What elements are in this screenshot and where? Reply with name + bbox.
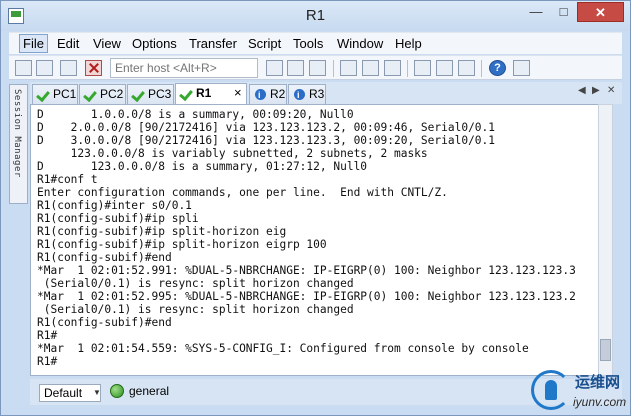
menu-options[interactable]: Options [129,36,180,51]
terminal-line: R1(config)#inter s0/0.1 [37,199,192,212]
tab-label: R3 [309,87,325,101]
terminal-line: R1# [37,329,58,342]
terminal-line: D 123.0.0.0/8 is a summary, 01:27:12, Nu… [37,160,368,173]
tab-pc1[interactable]: PC1 [32,84,78,104]
menu-transfer[interactable]: Transfer [186,36,240,51]
menu-help[interactable]: Help [392,36,425,51]
button-bar-select[interactable]: Default ▼ [39,384,101,402]
tab-label: PC3 [148,87,172,101]
menu-script[interactable]: Script [245,36,284,51]
app-window: R1 — □ ✕ File Edit View Options Transfer… [0,0,631,416]
reconnect-icon[interactable] [60,60,77,76]
connected-check-icon [37,88,50,100]
terminal-line: D 3.0.0.0/8 [90/2172416] via 123.123.123… [37,134,496,147]
copy-icon[interactable] [266,60,283,76]
paste-icon[interactable] [287,60,304,76]
watermark-url: iyunv.com [573,395,627,409]
toolbar: ? [9,55,622,80]
terminal-line: *Mar 1 02:01:52.991: %DUAL-5-NBRCHANGE: … [37,264,576,277]
minimize-button[interactable]: — [522,2,550,22]
printer-icon[interactable] [384,60,401,76]
tab-scroll-left-icon[interactable]: ◀ [578,85,586,96]
menu-window[interactable]: Window [334,36,386,51]
terminal-line: (Serial0/0.1) is resync: split horizon c… [37,303,354,316]
find-icon[interactable] [309,60,326,76]
terminal-line: R1(config-subif)#ip spli [37,212,199,225]
title-bar[interactable]: R1 — □ ✕ [1,1,630,31]
quick-connect-icon[interactable] [36,60,53,76]
settings-gear-icon[interactable] [436,60,453,76]
toolbar-separator [407,60,408,77]
terminal-line: R1(config-subif)#end [37,316,172,329]
terminal-output[interactable]: D 1.0.0.0/8 is a summary, 00:09:20, Null… [30,104,613,376]
terminal-line: D 1.0.0.0/8 is a summary, 00:09:20, Null… [37,108,354,121]
terminal-line: R1#conf t [37,173,98,186]
dropdown-arrow-icon: ▼ [93,388,101,397]
button-bar-select-value: Default [44,386,83,400]
tab-pc3[interactable]: PC3 [127,84,174,104]
terminal-line: *Mar 1 02:01:52.995: %DUAL-5-NBRCHANGE: … [37,290,576,303]
menu-edit[interactable]: Edit [54,36,82,51]
session-tab-bar: PC1 PC2 PC3 R1 × R2 R3 ◀ ▶ ✕ [30,82,622,105]
menu-bar: File Edit View Options Transfer Script T… [9,32,622,54]
toolbar-separator [333,60,334,77]
info-icon [255,86,266,104]
tab-close-all-icon[interactable]: ✕ [607,85,615,96]
watermark-chinese-text: 运维网 [575,373,621,391]
tab-label: R1 [196,86,212,100]
close-button[interactable]: ✕ [577,2,624,22]
connected-check-icon [132,88,145,100]
connect-icon[interactable] [15,60,32,76]
sftp-icon[interactable] [458,60,475,76]
disconnect-icon[interactable] [85,60,102,76]
terminal-line: R1# [37,355,58,368]
tab-label: PC1 [53,87,77,101]
tab-r2[interactable]: R2 [249,84,287,104]
terminal-line: R1(config-subif)#end [37,251,172,264]
terminal-line: R1(config-subif)#ip split-horizon eig [37,225,287,238]
tab-label: R2 [270,87,286,101]
terminal-line: 123.0.0.0/8 is variably subnetted, 2 sub… [37,147,428,160]
tab-label: PC2 [100,87,124,101]
button-bar-profile[interactable]: general [129,384,169,398]
info-icon [294,86,305,104]
tab-scroll-right-icon[interactable]: ▶ [592,85,600,96]
status-green-icon [110,384,124,398]
menu-tools[interactable]: Tools [290,36,326,51]
watermark-logo: 运维网 iyunv.com [529,366,629,416]
menu-file[interactable]: File [19,34,48,53]
host-input[interactable] [110,58,258,78]
terminal-scrollbar[interactable] [598,104,613,376]
scrollbar-thumb[interactable] [600,339,611,361]
terminal-line: (Serial0/0.1) is resync: split horizon c… [37,277,354,290]
connected-check-icon [180,87,193,99]
menu-view[interactable]: View [90,36,124,51]
watermark-person-icon [545,380,557,400]
terminal-line: R1(config-subif)#ip split-horizon eigrp … [37,238,327,251]
keymap-icon[interactable] [513,60,530,76]
session-manager-label: Session Manager [12,89,22,178]
terminal-line: D 2.0.0.0/8 [90/2172416] via 123.123.123… [37,121,496,134]
tab-pc2[interactable]: PC2 [79,84,126,104]
tab-r3[interactable]: R3 [288,84,326,104]
print-setup-icon[interactable] [362,60,379,76]
connected-check-icon [84,88,97,100]
tab-close-icon[interactable]: × [234,84,242,102]
maximize-button[interactable]: □ [550,2,577,22]
toolbar-separator [481,60,482,77]
terminal-line: *Mar 1 02:01:54.559: %SYS-5-CONFIG_I: Co… [37,342,529,355]
help-icon[interactable]: ? [489,60,506,76]
session-options-icon[interactable] [414,60,431,76]
terminal-line: Enter configuration commands, one per li… [37,186,448,199]
tab-r1[interactable]: R1 × [175,83,247,105]
print-icon[interactable] [340,60,357,76]
session-manager-tab[interactable]: Session Manager [9,84,28,204]
